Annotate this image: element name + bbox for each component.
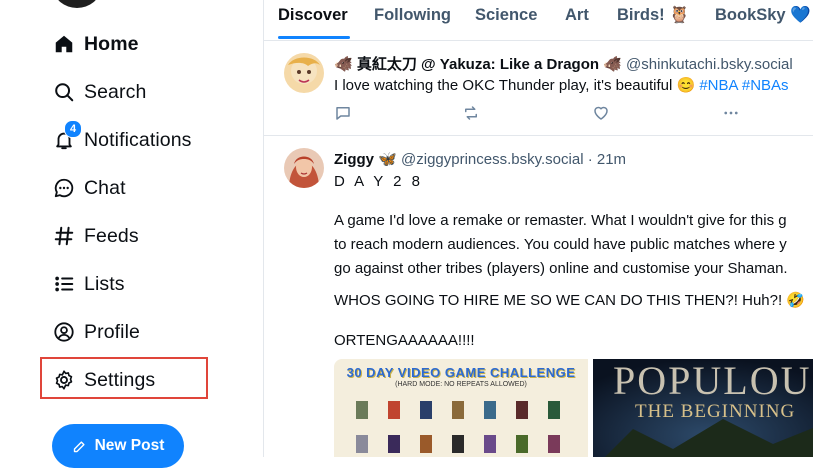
sidebar-item-feeds[interactable]: Feeds xyxy=(52,216,252,256)
post-actions xyxy=(334,104,813,124)
sidebar-item-search[interactable]: Search xyxy=(52,72,252,112)
author-name[interactable]: Ziggy 🦋 xyxy=(334,151,397,168)
image-title: POPULOUS xyxy=(613,359,813,403)
sidebar-item-notifications[interactable]: 4 Notifications xyxy=(52,120,252,160)
grid-cell xyxy=(516,401,528,419)
author-avatar[interactable] xyxy=(284,53,324,93)
feed-post[interactable]: 🐗 真紅太刀 @ Yakuza: Like a Dragon 🐗 @shinku… xyxy=(264,41,813,136)
author-handle[interactable]: @ziggyprincess.bsky.social xyxy=(401,151,584,168)
post-text-line: A game I'd love a remake or remaster. Wh… xyxy=(334,212,787,229)
post-text-line: I love watching the OKC Thunder play, it… xyxy=(334,76,789,94)
grid-cell xyxy=(548,435,560,453)
sidebar-item-label: Chat xyxy=(84,176,126,199)
post-header: Ziggy 🦋 @ziggyprincess.bsky.social · 21m xyxy=(334,150,626,168)
grid-cell xyxy=(484,401,496,419)
grid-cell xyxy=(516,435,528,453)
author-handle[interactable]: @shinkutachi.bsky.social xyxy=(626,56,793,73)
sidebar-item-label: Home xyxy=(84,32,139,55)
tab-birds[interactable]: Birds! 🦉 xyxy=(617,6,690,25)
reply-icon[interactable] xyxy=(334,104,352,122)
sidebar-item-chat[interactable]: Chat xyxy=(52,168,252,208)
grid-cell xyxy=(356,401,368,419)
home-icon xyxy=(52,32,76,56)
list-icon xyxy=(52,272,76,296)
grid-cell xyxy=(548,401,560,419)
notification-badge: 4 xyxy=(64,120,82,138)
feed-post[interactable]: Ziggy 🦋 @ziggyprincess.bsky.social · 21m… xyxy=(264,136,813,457)
tab-following[interactable]: Following xyxy=(374,6,451,25)
author-avatar[interactable] xyxy=(284,148,324,188)
sidebar-item-label: Lists xyxy=(84,272,125,295)
search-icon xyxy=(52,80,76,104)
grid-cell xyxy=(388,401,400,419)
grid-cell xyxy=(356,435,368,453)
user-circle-icon xyxy=(52,320,76,344)
image-subtitle: THE BEGINNING xyxy=(635,401,796,422)
post-header: 🐗 真紅太刀 @ Yakuza: Like a Dragon 🐗 @shinku… xyxy=(334,53,793,74)
post-text-line: to reach modern audiences. You could hav… xyxy=(334,236,787,253)
tab-booksky[interactable]: BookSky 💙 xyxy=(715,6,811,25)
sidebar: Home Search 4 Notifications Chat Feeds L… xyxy=(0,0,263,468)
settings-highlight-box xyxy=(40,357,208,399)
hashtag-link[interactable]: #NBA #NBAs xyxy=(699,77,788,94)
new-post-button[interactable]: New Post xyxy=(52,424,184,468)
post-text-day: D A Y 2 8 xyxy=(334,173,423,190)
chat-bubble-icon xyxy=(52,176,76,200)
sidebar-item-label: Profile xyxy=(84,320,140,343)
hash-icon xyxy=(52,224,76,248)
repost-icon[interactable] xyxy=(462,104,480,122)
avatar[interactable] xyxy=(54,0,100,8)
tab-science[interactable]: Science xyxy=(475,6,537,25)
bell-icon: 4 xyxy=(52,120,82,152)
tab-discover[interactable]: Discover xyxy=(278,6,348,25)
sidebar-item-label: Notifications xyxy=(84,128,192,151)
image-subtitle: (HARD MODE: NO REPEATS ALLOWED) xyxy=(395,381,527,388)
sidebar-item-label: Feeds xyxy=(84,224,139,247)
post-image-challenge[interactable]: 30 DAY VIDEO GAME CHALLENGE (HARD MODE: … xyxy=(334,359,588,457)
sidebar-item-home[interactable]: Home xyxy=(52,24,252,64)
new-post-label: New Post xyxy=(94,437,165,454)
sidebar-item-lists[interactable]: Lists xyxy=(52,264,252,304)
post-image-populous[interactable]: POPULOUS THE BEGINNING xyxy=(593,359,813,457)
post-timestamp[interactable]: · 21m xyxy=(588,151,626,168)
grid-cell xyxy=(452,435,464,453)
more-options-icon[interactable] xyxy=(722,104,740,122)
image-title: 30 DAY VIDEO GAME CHALLENGE xyxy=(346,365,576,380)
feed-tabs: Discover Following Science Art Birds! 🦉 … xyxy=(264,0,813,41)
grid-cell xyxy=(420,401,432,419)
sidebar-item-label: Search xyxy=(84,80,147,103)
grid-cell xyxy=(420,435,432,453)
active-tab-indicator xyxy=(278,36,350,39)
post-text: I love watching the OKC Thunder play, it… xyxy=(334,77,696,94)
sidebar-item-profile[interactable]: Profile xyxy=(52,312,252,352)
post-text-shout: WHOS GOING TO HIRE ME SO WE CAN DO THIS … xyxy=(334,292,805,309)
author-name[interactable]: 🐗 真紅太刀 @ Yakuza: Like a Dragon 🐗 xyxy=(334,56,622,73)
post-text-line: go against other tribes (players) online… xyxy=(334,260,788,277)
post-text-ortenga: ORTENGAAAAAA!!!! xyxy=(334,332,475,349)
compose-icon xyxy=(72,439,87,454)
tab-art[interactable]: Art xyxy=(565,6,589,25)
grid-cell xyxy=(452,401,464,419)
grid-cell xyxy=(388,435,400,453)
like-icon[interactable] xyxy=(592,104,610,122)
grid-cell xyxy=(484,435,496,453)
